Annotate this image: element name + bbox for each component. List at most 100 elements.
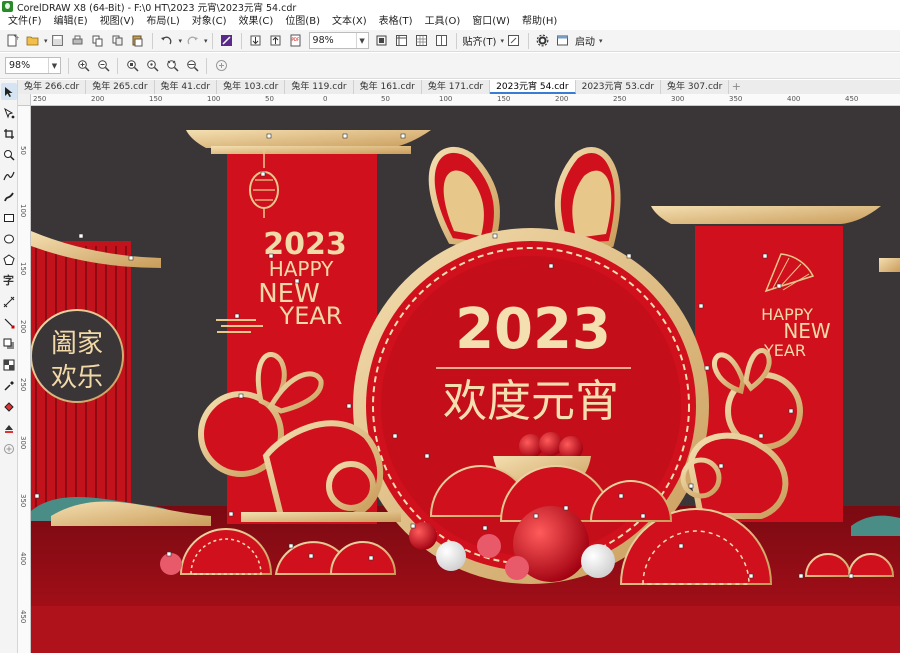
node-handle[interactable] [368,555,374,561]
node-handle[interactable] [424,453,430,459]
show-rulers-icon[interactable] [393,32,411,50]
undo-icon[interactable] [158,32,176,50]
node-handle[interactable] [718,463,724,469]
node-handle[interactable] [482,525,488,531]
node-handle[interactable] [626,253,632,259]
snap-off-icon[interactable] [505,32,523,50]
node-handle[interactable] [492,233,498,239]
chevron-down-icon[interactable]: ▼ [355,33,368,48]
node-handle[interactable] [260,171,266,177]
application-launcher-icon[interactable] [554,32,572,50]
document-tab[interactable]: 兔年 265.cdr [86,80,155,94]
ellipse-tool-icon[interactable] [1,230,17,247]
node-handle[interactable] [234,313,240,319]
menu-edit[interactable]: 编辑(E) [48,13,94,30]
connector-tool-icon[interactable] [1,314,17,331]
node-handle[interactable] [166,551,172,557]
zoom-level-combo-secondary[interactable]: 98% ▼ [5,57,61,74]
node-handle[interactable] [698,303,704,309]
node-handle[interactable] [748,573,754,579]
text-tool-icon[interactable]: 字 [1,272,17,289]
show-guidelines-icon[interactable] [433,32,451,50]
zoom-level-combo[interactable]: 98% ▼ [308,32,369,49]
transparency-tool-icon[interactable] [1,356,17,373]
node-handle[interactable] [678,543,684,549]
menu-effects[interactable]: 效果(C) [233,13,280,30]
polygon-tool-icon[interactable] [1,251,17,268]
node-handle[interactable] [618,493,624,499]
rectangle-tool-icon[interactable] [1,209,17,226]
menu-help[interactable]: 帮助(H) [516,13,563,30]
node-handle[interactable] [342,133,348,139]
document-tab[interactable]: 兔年 103.cdr [217,80,286,94]
menu-layout[interactable]: 布局(L) [140,13,185,30]
print-icon[interactable] [69,32,87,50]
document-tab[interactable]: 2023元宵 53.cdr [575,80,662,94]
menu-bitmaps[interactable]: 位图(B) [279,13,326,30]
zoom-to-selected-icon[interactable] [123,57,141,75]
node-handle[interactable] [798,573,804,579]
import-icon[interactable] [247,32,265,50]
chevron-down-icon[interactable]: ▼ [48,58,60,73]
node-handle[interactable] [640,513,646,519]
copy-icon[interactable] [109,32,127,50]
menu-file[interactable]: 文件(F) [2,13,48,30]
freehand-tool-icon[interactable] [1,167,17,184]
interactive-fill-tool-icon[interactable] [1,398,17,415]
node-handle[interactable] [410,523,416,529]
node-handle[interactable] [128,255,134,261]
save-icon[interactable] [49,32,67,50]
shape-tool-icon[interactable] [1,104,17,121]
zoom-out-icon[interactable] [94,57,112,75]
node-handle[interactable] [563,505,569,511]
redo-icon[interactable] [183,32,201,50]
open-dropdown-icon[interactable]: ▾ [44,37,48,45]
node-handle[interactable] [758,433,764,439]
cut-icon[interactable] [89,32,107,50]
node-handle[interactable] [788,408,794,414]
node-handle[interactable] [238,393,244,399]
undo-dropdown-icon[interactable]: ▾ [179,37,183,45]
zoom-in-icon[interactable] [74,57,92,75]
document-tab[interactable]: 兔年 161.cdr [353,80,422,94]
menu-tools[interactable]: 工具(O) [419,13,467,30]
launch-dropdown-icon[interactable]: ▾ [599,37,603,45]
document-tab[interactable]: 兔年 307.cdr [661,80,730,94]
zoom-tool-icon[interactable] [1,146,17,163]
node-handle[interactable] [762,253,768,259]
document-tab[interactable]: 兔年 41.cdr [154,80,218,94]
full-screen-icon[interactable] [373,32,391,50]
show-grid-icon[interactable] [413,32,431,50]
zoom-to-page-width-icon[interactable] [183,57,201,75]
pick-tool-icon[interactable] [0,83,17,100]
node-handle[interactable] [776,283,782,289]
eyedropper-tool-icon[interactable] [1,377,17,394]
add-circle-icon[interactable] [212,57,230,75]
open-folder-icon[interactable] [23,32,41,50]
document-tab[interactable]: 兔年 119.cdr [285,80,354,94]
node-handle[interactable] [294,278,300,284]
vertical-ruler[interactable]: 50 100 150 200 250 300 350 400 450 [18,106,31,653]
zoom-to-all-objects-icon[interactable] [143,57,161,75]
node-handle[interactable] [533,513,539,519]
node-handle[interactable] [346,403,352,409]
export-icon[interactable] [267,32,285,50]
menu-window[interactable]: 窗口(W) [466,13,516,30]
node-handle[interactable] [548,263,554,269]
menu-text[interactable]: 文本(X) [326,13,373,30]
launch-label[interactable]: 启动 [573,33,597,48]
menu-object[interactable]: 对象(C) [186,13,233,30]
node-handle[interactable] [288,543,294,549]
document-tab[interactable]: 兔年 171.cdr [421,80,491,94]
new-tab-plus-icon[interactable]: + [729,80,743,94]
horizontal-ruler[interactable]: 250 200 150 100 50 0 50 100 150 200 250 300 350 400 45… [31,94,900,106]
artistic-media-tool-icon[interactable] [1,188,17,205]
ruler-origin[interactable] [18,94,31,106]
crop-tool-icon[interactable] [1,125,17,142]
node-handle[interactable] [848,573,854,579]
document-tab[interactable]: 2023元宵 54.cdr [490,80,576,94]
menu-view[interactable]: 视图(V) [94,13,141,30]
drop-shadow-tool-icon[interactable] [1,335,17,352]
node-handle[interactable] [400,133,406,139]
options-gear-icon[interactable] [534,32,552,50]
